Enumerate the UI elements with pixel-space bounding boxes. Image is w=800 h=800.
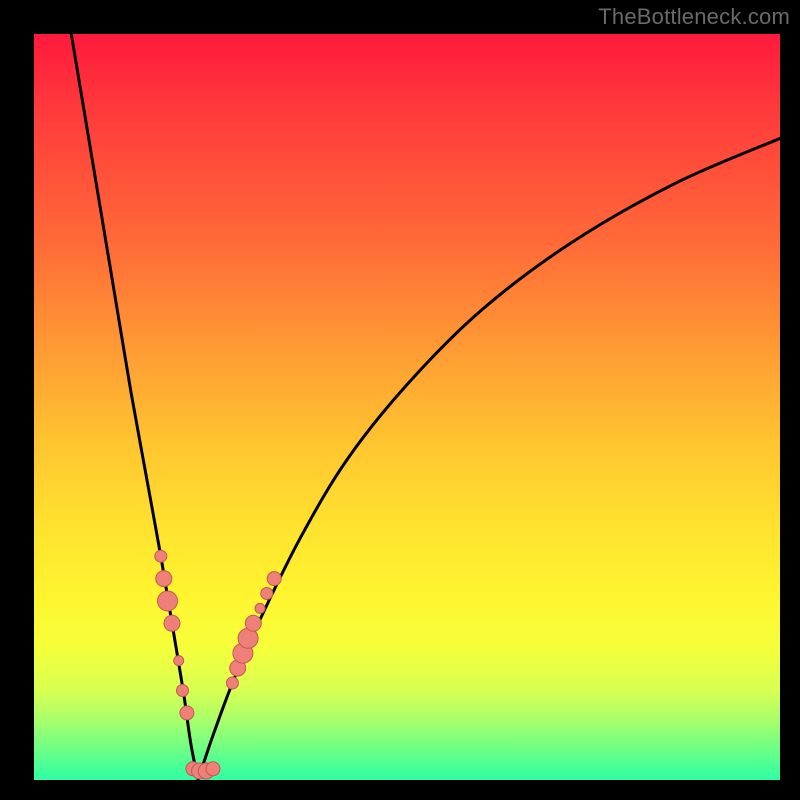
data-marker	[180, 706, 194, 720]
data-marker	[226, 677, 238, 689]
data-marker	[158, 591, 178, 611]
curve-right-branch	[198, 138, 780, 780]
marker-group	[155, 550, 281, 779]
plot-area	[34, 34, 780, 780]
curve-left-branch	[71, 34, 198, 780]
data-marker	[164, 615, 180, 631]
data-marker	[156, 571, 172, 587]
curve-group	[71, 34, 780, 780]
data-marker	[177, 685, 189, 697]
data-marker	[267, 572, 281, 586]
outer-frame: TheBottleneck.com	[0, 0, 800, 800]
data-marker	[245, 615, 261, 631]
data-marker	[174, 656, 184, 666]
data-marker	[155, 550, 167, 562]
data-marker	[206, 762, 220, 776]
watermark-text: TheBottleneck.com	[598, 4, 790, 30]
data-marker	[255, 603, 265, 613]
data-marker	[261, 588, 273, 600]
bottleneck-curve-svg	[34, 34, 780, 780]
